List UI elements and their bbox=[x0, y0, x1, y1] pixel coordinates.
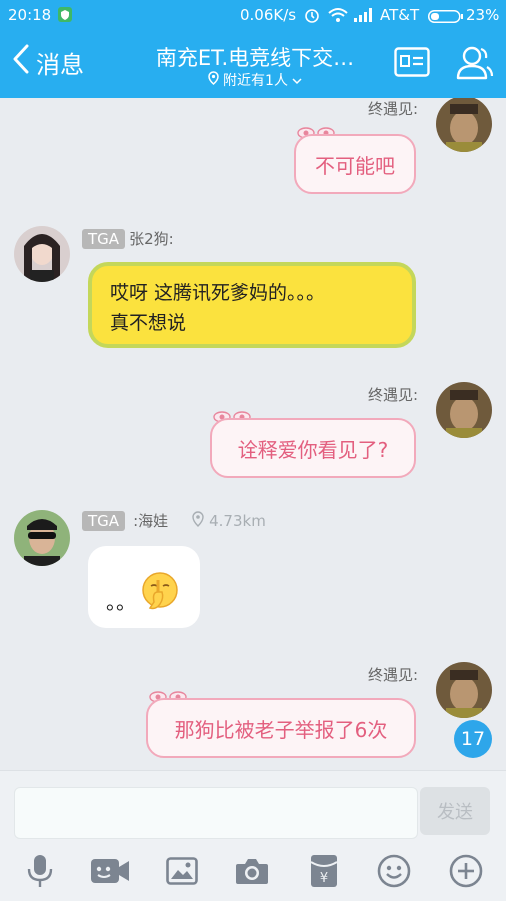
back-button[interactable]: 消息 bbox=[12, 44, 84, 80]
shush-emoji-icon bbox=[138, 570, 182, 618]
distance-value: 4.73km bbox=[209, 511, 266, 530]
avatar[interactable] bbox=[14, 226, 70, 282]
sender-name: 终遇见: bbox=[368, 666, 419, 684]
chat-header: 消息 南充ET.电竞线下交… 附近有1人 bbox=[0, 30, 506, 98]
sender-name: 终遇见: bbox=[368, 386, 419, 404]
message-line: 真不想说 bbox=[110, 312, 187, 334]
message-input[interactable] bbox=[14, 787, 418, 839]
nearby-count: 附近有1人 bbox=[223, 73, 288, 89]
red-packet-icon[interactable]: ¥ bbox=[306, 853, 342, 889]
message-bubble[interactable]: 哎呀 这腾讯死爹妈的。。。 真不想说 bbox=[88, 262, 416, 348]
network-speed: 0.06K/s bbox=[240, 6, 297, 24]
distance-label: 4.73km bbox=[192, 510, 266, 531]
image-icon[interactable] bbox=[164, 853, 200, 889]
camera-icon[interactable] bbox=[234, 853, 270, 889]
svg-text:¥: ¥ bbox=[320, 871, 328, 886]
back-label: 消息 bbox=[36, 50, 84, 79]
group-card-button[interactable] bbox=[394, 47, 430, 81]
group-title-badge: TGA bbox=[82, 229, 126, 249]
battery-icon bbox=[428, 9, 464, 27]
members-icon bbox=[454, 46, 494, 86]
chat-subtitle[interactable]: 附近有1人 bbox=[140, 70, 370, 90]
avatar[interactable] bbox=[14, 510, 70, 566]
id-card-icon bbox=[394, 47, 430, 81]
avatar[interactable] bbox=[436, 382, 492, 438]
alarm-icon bbox=[304, 7, 320, 27]
message-bubble[interactable]: 不可能吧 bbox=[294, 134, 416, 194]
plus-icon[interactable] bbox=[448, 853, 484, 889]
input-area: 发送 ¥ bbox=[0, 770, 506, 901]
message-bubble[interactable]: 诠释爱你看见了? bbox=[210, 418, 416, 478]
group-members-button[interactable] bbox=[454, 42, 494, 86]
chat-message-list[interactable]: 终遇见: 不可能吧 TGA 张2狗: 哎呀 这腾讯死爹妈的。。。 真不想说 终遇见… bbox=[0, 98, 506, 770]
signal-icon bbox=[354, 8, 374, 26]
video-icon[interactable] bbox=[90, 853, 130, 889]
group-title-badge: TGA bbox=[82, 510, 126, 531]
chat-title[interactable]: 南充ET.电竞线下交… bbox=[140, 42, 370, 72]
sender-line: TGA 张2狗: bbox=[82, 228, 174, 249]
avatar[interactable] bbox=[436, 662, 492, 718]
chevron-left-icon bbox=[12, 44, 30, 80]
carrier-name: AT&T bbox=[380, 6, 420, 24]
message-text: 。。 bbox=[106, 590, 136, 614]
emoji-icon[interactable] bbox=[376, 853, 412, 889]
chevron-down-icon bbox=[292, 73, 302, 89]
mic-icon[interactable] bbox=[22, 853, 58, 889]
message-bubble[interactable]: 。。 bbox=[88, 546, 200, 628]
unread-count-badge[interactable]: 17 bbox=[454, 720, 492, 758]
status-time: 20:18 bbox=[8, 6, 52, 24]
sender-line: TGA :海娃 4.73km bbox=[82, 510, 266, 531]
sender-name: 张2狗: bbox=[129, 230, 174, 248]
sender-name: 终遇见: bbox=[368, 100, 419, 118]
wifi-icon bbox=[328, 7, 348, 27]
message-line: 哎呀 这腾讯死爹妈的。。。 bbox=[110, 282, 326, 304]
location-pin-icon bbox=[192, 510, 204, 531]
location-pin-icon bbox=[207, 71, 223, 89]
avatar[interactable] bbox=[436, 98, 492, 152]
message-bubble[interactable]: 那狗比被老子举报了6次 bbox=[146, 698, 416, 758]
battery-level: 23% bbox=[466, 6, 500, 24]
shield-icon bbox=[58, 7, 72, 22]
status-bar: 20:18 0.06K/s AT&T 23% bbox=[0, 0, 506, 30]
send-button[interactable]: 发送 bbox=[420, 787, 490, 835]
sender-name: :海娃 bbox=[133, 512, 169, 530]
